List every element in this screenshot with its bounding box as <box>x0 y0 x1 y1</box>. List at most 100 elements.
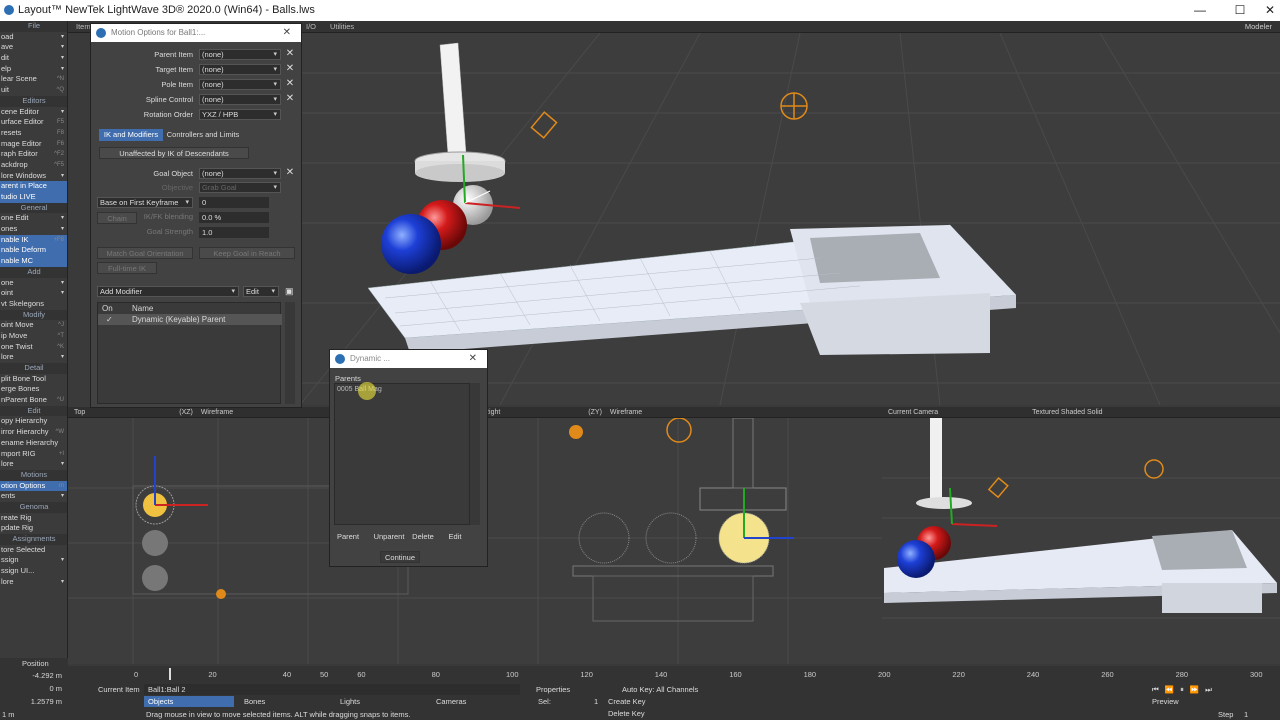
cameras-button[interactable]: Cameras <box>432 696 518 707</box>
toolbar-item[interactable]: oint Move ^J <box>0 320 67 331</box>
goal-object-clear-icon[interactable]: ✕ <box>285 168 295 179</box>
match-goal-orientation-button[interactable]: Match Goal Orientation <box>97 247 193 259</box>
tab-item[interactable]: Item <box>76 21 91 33</box>
toolbar-item[interactable]: dit ▾ <box>0 53 67 64</box>
lights-button[interactable]: Lights <box>336 696 422 707</box>
toolbar-item[interactable]: elp ▾ <box>0 64 67 75</box>
keep-goal-in-reach-button[interactable]: Keep Goal in Reach <box>199 247 295 259</box>
toolbar-item[interactable]: ename Hierarchy <box>0 438 67 449</box>
toolbar-item[interactable]: one Twist ^K <box>0 342 67 353</box>
edit-modifier-select[interactable]: Edit <box>243 286 279 297</box>
toolbar-item[interactable]: arent in Place <box>0 181 67 192</box>
toolbar-item[interactable]: ssign ▾ <box>0 555 67 566</box>
toolbar-item[interactable]: ackdrop ^F5 <box>0 160 67 171</box>
toolbar-item[interactable]: erge Bones <box>0 384 67 395</box>
toolbar-item[interactable]: raph Editor ^F2 <box>0 149 67 160</box>
viewport-top-axis[interactable]: (XZ) <box>179 407 193 417</box>
objective-select[interactable]: Grab Goal <box>199 182 281 193</box>
toolbar-item[interactable]: lore Windows ▾ <box>0 171 67 182</box>
pole-item-select[interactable]: (none) <box>199 79 281 90</box>
create-key-button[interactable]: Create Key <box>608 696 646 707</box>
goal-strength-field[interactable]: 1.0 <box>199 227 269 238</box>
list-item[interactable]: ✓ Dynamic (Keyable) Parent <box>98 314 282 325</box>
preview-select[interactable]: Preview <box>1152 696 1179 707</box>
toolbar-item[interactable]: nable MC <box>0 256 67 267</box>
toolbar-item[interactable]: lore ▾ <box>0 459 67 470</box>
tab-utilities[interactable]: Utilities <box>330 21 354 33</box>
tab-ik-modifiers[interactable]: IK and Modifiers <box>99 129 163 141</box>
viewport-top-name[interactable]: Top <box>74 407 85 417</box>
toolbar-item[interactable]: lear Scene ^N <box>0 74 67 85</box>
blending-field[interactable]: 0.0 % <box>199 212 269 223</box>
parents-scrollbar[interactable] <box>470 383 480 525</box>
list-scrollbar[interactable] <box>285 302 295 404</box>
viewport-right[interactable]: Right (ZY) Wireframe <box>478 407 882 664</box>
parent-button[interactable]: Parent <box>332 531 364 543</box>
toolbar-item[interactable]: nable Deform <box>0 245 67 257</box>
toolbar-item[interactable]: mport RIG +I <box>0 449 67 460</box>
toolbar-item[interactable]: oad ▾ <box>0 32 67 43</box>
position-y[interactable]: 0 m <box>49 684 62 693</box>
toolbar-item[interactable]: ave ▾ <box>0 42 67 53</box>
toolbar-item[interactable]: nable IK +F8 <box>0 234 67 246</box>
minimize-button[interactable]: — <box>1180 0 1220 21</box>
toolbar-item[interactable]: mage Editor F6 <box>0 139 67 150</box>
timeline-ruler[interactable]: 0 20 40 50 60 80 100 120 140 160 180 200 220 240 260 28… <box>68 666 1280 680</box>
rotation-order-select[interactable]: YXZ / HPB <box>199 109 281 120</box>
target-item-clear-icon[interactable]: ✕ <box>285 64 295 75</box>
toolbar-item[interactable]: lore ▾ <box>0 577 67 588</box>
viewport-camera[interactable]: Current Camera Textured Shaded Solid <box>882 407 1280 664</box>
auto-key-select[interactable]: Auto Key: All Channels <box>622 684 698 695</box>
delete-key-button[interactable]: Delete Key <box>608 708 645 719</box>
base-keyframe-select[interactable]: Base on First Keyframe <box>97 197 193 208</box>
toolbar-item[interactable]: tore Selected <box>0 545 67 556</box>
toolbar-item[interactable]: ip Move ^T <box>0 331 67 342</box>
viewport-right-mode[interactable]: Wireframe <box>610 407 642 417</box>
pole-item-clear-icon[interactable]: ✕ <box>285 79 295 90</box>
toolbar-item[interactable]: resets F8 <box>0 128 67 139</box>
chain-button[interactable]: Chain <box>97 212 137 224</box>
modifier-on-check[interactable]: ✓ <box>106 315 113 324</box>
spline-control-select[interactable]: (none) <box>199 94 281 105</box>
position-z[interactable]: 1.2579 m <box>31 697 62 706</box>
copy-icon[interactable]: ▣ <box>285 286 295 297</box>
close-icon[interactable]: ✕ <box>469 350 477 368</box>
tab-io[interactable]: I/O <box>306 21 316 33</box>
toolbar-item[interactable]: uit ^Q <box>0 85 67 96</box>
toolbar-item[interactable]: lore ▾ <box>0 352 67 363</box>
delete-button[interactable]: Delete <box>408 531 438 543</box>
position-x[interactable]: -4.292 m <box>32 671 62 680</box>
toolbar-item[interactable]: urface Editor F5 <box>0 117 67 128</box>
toolbar-item[interactable]: otion Options m <box>0 480 67 492</box>
spline-control-clear-icon[interactable]: ✕ <box>285 94 295 105</box>
full-time-ik-button[interactable]: Full-time IK <box>97 262 157 274</box>
target-item-select[interactable]: (none) <box>199 64 281 75</box>
objects-button[interactable]: Objects <box>144 696 234 707</box>
toolbar-item[interactable]: pdate Rig <box>0 523 67 534</box>
close-icon[interactable]: ✕ <box>283 24 291 42</box>
unaffected-by-ik-button[interactable]: Unaffected by IK of Descendants <box>99 147 249 159</box>
toolbar-item[interactable]: nParent Bone ^U <box>0 395 67 406</box>
parent-item-clear-icon[interactable]: ✕ <box>285 49 295 60</box>
base-keyframe-field[interactable]: 0 <box>199 197 269 208</box>
toolbar-item[interactable]: oint ▾ <box>0 288 67 299</box>
properties-button[interactable]: Properties <box>536 684 570 695</box>
toolbar-item[interactable]: one ▾ <box>0 278 67 289</box>
viewport-camera-name[interactable]: Current Camera <box>888 407 938 417</box>
toolbar-item[interactable]: opy Hierarchy <box>0 416 67 427</box>
current-item-select[interactable]: Ball1:Ball 2 <box>144 684 520 695</box>
modeler-button[interactable]: Modeler <box>1245 21 1272 33</box>
goal-object-select[interactable]: (none) <box>199 168 281 179</box>
viewport-camera-mode[interactable]: Textured Shaded Solid <box>1032 407 1102 417</box>
toolbar-item[interactable]: tudio LIVE <box>0 192 67 203</box>
tab-controllers-limits[interactable]: Controllers and Limits <box>165 129 241 141</box>
toolbar-item[interactable]: reate Rig <box>0 513 67 524</box>
viewport-right-axis[interactable]: (ZY) <box>588 407 602 417</box>
unparent-button[interactable]: Unparent <box>370 531 408 543</box>
motion-options-titlebar[interactable]: Motion Options for Ball1:... ✕ <box>91 24 301 42</box>
toolbar-item[interactable]: cene Editor ▾ <box>0 107 67 118</box>
toolbar-item[interactable]: ents ▾ <box>0 491 67 502</box>
add-modifier-select[interactable]: Add Modifier <box>97 286 239 297</box>
toolbar-item[interactable]: ones ▾ <box>0 224 67 235</box>
bones-button[interactable]: Bones <box>240 696 326 707</box>
